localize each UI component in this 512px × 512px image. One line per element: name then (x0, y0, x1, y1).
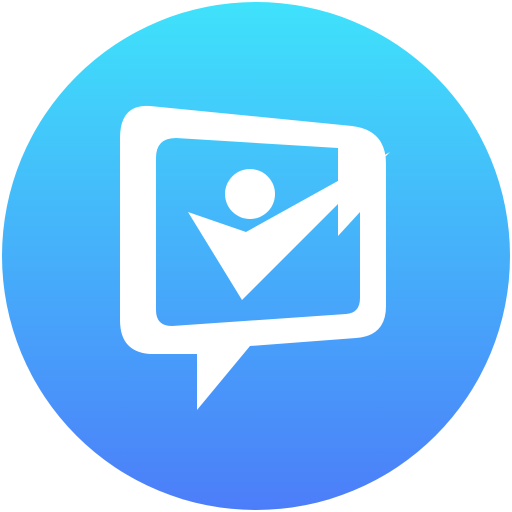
person-head-icon (225, 169, 275, 219)
app-icon[interactable] (0, 0, 512, 512)
app-icon-graphic (2, 2, 510, 510)
